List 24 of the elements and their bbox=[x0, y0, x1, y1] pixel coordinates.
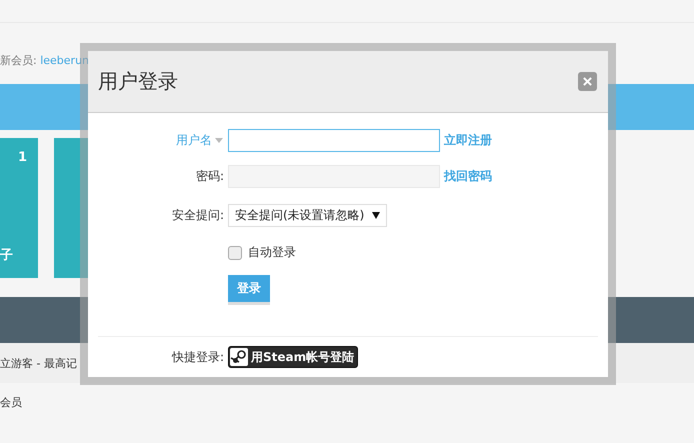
quick-login-label: 快捷登录: bbox=[172, 348, 224, 366]
username-label[interactable]: 用户名 bbox=[176, 132, 212, 149]
steam-logo-icon bbox=[230, 348, 248, 366]
dropdown-arrow-icon bbox=[372, 212, 380, 219]
password-label: 密码: bbox=[196, 168, 224, 185]
tile-number: 1 bbox=[18, 150, 28, 165]
close-button[interactable] bbox=[578, 72, 597, 91]
members-text: 会员 bbox=[0, 396, 22, 409]
close-icon bbox=[583, 77, 592, 86]
member-link[interactable]: leeberun bbox=[40, 54, 90, 67]
register-link[interactable]: 立即注册 bbox=[444, 132, 492, 149]
forgot-password-link[interactable]: 找回密码 bbox=[444, 168, 492, 185]
security-question-label: 安全提问: bbox=[172, 207, 224, 224]
auto-login-checkbox[interactable] bbox=[228, 246, 242, 260]
newest-member-label: 新会员: bbox=[0, 54, 37, 67]
steam-login-button[interactable]: 用Steam帐号登陆 bbox=[228, 346, 358, 368]
username-input[interactable] bbox=[228, 129, 440, 152]
security-question-select[interactable]: 安全提问(未设置请忽略) bbox=[228, 204, 388, 227]
online-text: 立游客 - 最高记 bbox=[0, 356, 77, 370]
auto-login-label[interactable]: 自动登录 bbox=[248, 244, 296, 261]
dropdown-caret-icon[interactable] bbox=[214, 138, 224, 144]
tile-caption: 子 bbox=[0, 247, 13, 264]
dialog-title: 用户登录 bbox=[98, 68, 178, 95]
login-button[interactable]: 登录 bbox=[228, 275, 270, 302]
